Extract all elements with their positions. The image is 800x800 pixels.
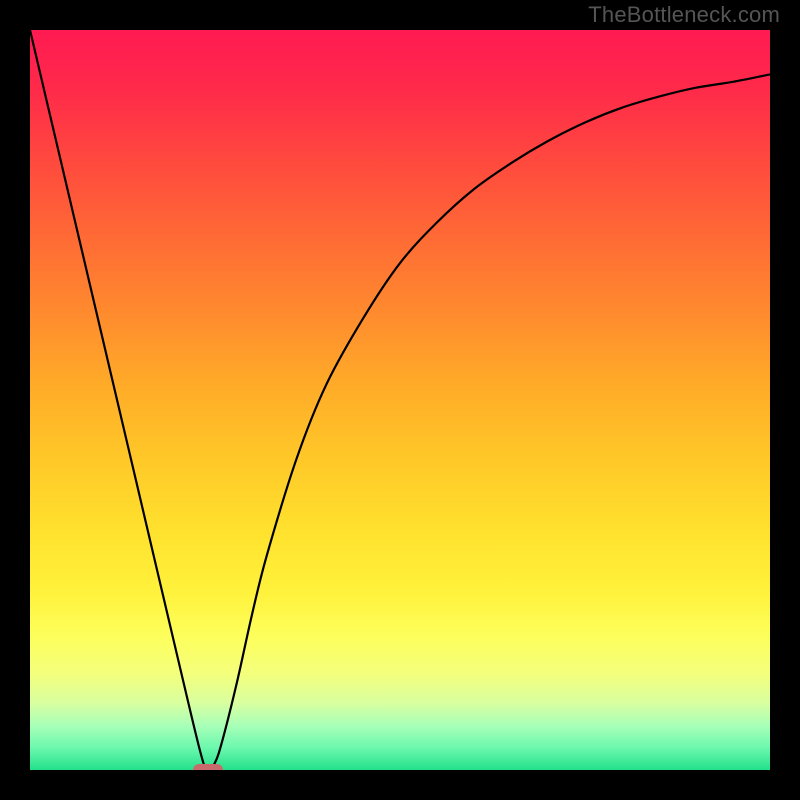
minimum-marker — [193, 764, 223, 770]
chart-frame: TheBottleneck.com — [0, 0, 800, 800]
curve-path — [30, 30, 770, 770]
bottleneck-curve — [30, 30, 770, 770]
watermark-text: TheBottleneck.com — [588, 2, 780, 28]
plot-area — [30, 30, 770, 770]
